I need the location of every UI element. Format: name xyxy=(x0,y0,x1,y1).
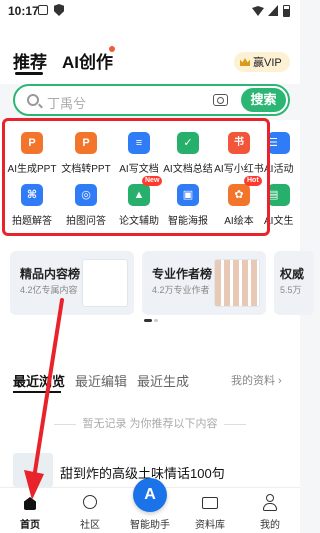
tab-recommend[interactable]: 推荐 xyxy=(13,48,47,73)
card-title: 专业作者榜 xyxy=(152,267,213,281)
wifi-icon xyxy=(252,6,264,16)
signal-icon xyxy=(268,5,278,16)
pager-indicator xyxy=(144,319,152,322)
card-subtitle: 4.2亿专属内容 xyxy=(20,285,78,295)
tool-ai-xiaohongshu[interactable]: 书 AI写小红书 xyxy=(211,132,267,175)
empty-state-text: 暂无记录 为你推荐以下内容 xyxy=(0,415,300,431)
tool-ai-doc-summary[interactable]: ✓ AI文档总结 xyxy=(160,132,216,175)
tool-thesis-assist[interactable]: ▲ New 论文辅助 xyxy=(111,176,167,227)
tool-label: AI文档总结 xyxy=(163,164,213,175)
tab-recent-edit[interactable]: 最近编辑 xyxy=(75,371,127,390)
card-featured-content[interactable]: 精品内容榜 4.2亿专属内容 xyxy=(10,251,134,315)
tool-smart-poster[interactable]: ▣ 智能海报 xyxy=(160,184,216,227)
nav-mine[interactable]: 我的 xyxy=(240,488,300,531)
nav-library[interactable]: 资料库 xyxy=(180,488,240,531)
tab-recent-generate[interactable]: 最近生成 xyxy=(137,371,189,390)
card-authority[interactable]: 权威 5.5万 xyxy=(274,251,314,315)
ranking-cards: 精品内容榜 4.2亿专属内容 专业作者榜 4.2万专业作者 权威 5.5万 xyxy=(0,245,314,357)
nav-label: 首页 xyxy=(20,520,40,531)
tool-label: 论文辅助 xyxy=(119,216,159,227)
tab-recent-browse[interactable]: 最近浏览 xyxy=(13,371,65,390)
vip-label: 赢VIP xyxy=(253,57,282,69)
camera-icon[interactable] xyxy=(213,94,228,106)
tool-ai-write-doc[interactable]: ≡ AI写文档 xyxy=(111,132,167,175)
tab-active-indicator xyxy=(15,72,43,75)
recommended-thumbnail xyxy=(13,453,53,487)
crown-icon xyxy=(240,58,250,66)
search-input[interactable]: 丁禹兮 xyxy=(47,93,86,112)
nav-label: 社区 xyxy=(80,520,100,531)
doc-summary-icon: ✓ xyxy=(177,132,199,154)
photo-question-icon: ⌘ xyxy=(21,184,43,206)
vip-button[interactable]: 赢VIP xyxy=(234,52,290,72)
card-title: 精品内容榜 xyxy=(20,267,81,281)
thesis-icon: ▲ New xyxy=(128,176,163,206)
nav-home[interactable]: 首页 xyxy=(0,488,60,531)
xiaohongshu-icon: 书 xyxy=(228,132,250,154)
tool-label: 拍题解答 xyxy=(12,216,52,227)
nav-label: 智能助手 xyxy=(130,520,170,531)
tool-ai-activity[interactable]: ☰ AI活动 xyxy=(264,132,304,175)
tool-label: AI文生 xyxy=(264,216,294,227)
folder-icon xyxy=(200,494,220,512)
top-header: 推荐 AI创作 赢VIP xyxy=(0,22,300,84)
doc-to-ppt-icon: P xyxy=(75,132,97,154)
search-icon xyxy=(27,94,39,106)
planet-icon xyxy=(80,494,100,512)
battery-icon xyxy=(283,5,290,17)
card-pro-authors[interactable]: 专业作者榜 4.2万专业作者 xyxy=(142,251,266,315)
notification-dot xyxy=(109,46,115,52)
picture-book-icon: ✿ Hot xyxy=(228,176,262,206)
nav-community[interactable]: 社区 xyxy=(60,488,120,531)
home-icon xyxy=(20,494,40,512)
tool-label: AI绘本 xyxy=(224,216,254,227)
photo-qa-icon: ◎ xyxy=(75,184,97,206)
write-doc-icon: ≡ xyxy=(128,132,150,154)
tool-label: 智能海报 xyxy=(168,216,208,227)
tools-grid: P AI生成PPT P 文档转PPT ≡ AI写文档 ✓ AI文档总结 书 AI… xyxy=(0,120,300,245)
card-thumbnail xyxy=(82,259,128,307)
hot-badge: Hot xyxy=(244,176,262,186)
tool-label: AI活动 xyxy=(264,164,294,175)
ppt-icon: P xyxy=(21,132,43,154)
card-title: 权威 xyxy=(280,267,305,281)
card-subtitle: 5.5万 xyxy=(280,285,302,295)
assistant-icon[interactable]: A xyxy=(133,478,167,512)
profile-icon xyxy=(260,494,280,512)
tool-label: AI写小红书 xyxy=(214,164,264,175)
card-subtitle: 4.2万专业作者 xyxy=(152,285,210,295)
tool-ai-text-gen[interactable]: ▤ AI文生 xyxy=(264,184,304,227)
tool-photo-qa[interactable]: ◎ 拍图问答 xyxy=(58,184,114,227)
recent-section: 最近浏览 最近编辑 最近生成 我的资料 › 暂无记录 为你推荐以下内容 甜到炸的… xyxy=(0,357,300,487)
tool-photo-solve[interactable]: ⌘ 拍题解答 xyxy=(4,184,60,227)
my-docs-link[interactable]: 我的资料 › xyxy=(231,372,282,388)
tool-label: 文档转PPT xyxy=(61,164,111,175)
status-time: 10:17 xyxy=(8,4,39,18)
poster-icon: ▣ xyxy=(177,184,199,206)
search-button[interactable]: 搜索 xyxy=(241,88,286,112)
tool-ai-picture-book[interactable]: ✿ Hot AI绘本 xyxy=(211,176,267,227)
search-bar[interactable]: 丁禹兮 搜索 xyxy=(13,84,290,116)
notification-icon xyxy=(38,5,48,15)
tool-label: AI写文档 xyxy=(119,164,159,175)
nav-label: 资料库 xyxy=(195,520,225,531)
pager-indicator xyxy=(154,319,158,322)
nav-label: 我的 xyxy=(260,520,280,531)
activity-icon: ☰ xyxy=(268,132,290,154)
tool-label: AI生成PPT xyxy=(7,164,57,175)
author-avatars xyxy=(214,259,260,307)
tool-doc-to-ppt[interactable]: P 文档转PPT xyxy=(58,132,114,175)
text-gen-icon: ▤ xyxy=(268,184,290,206)
tool-ai-ppt[interactable]: P AI生成PPT xyxy=(4,132,60,175)
shield-icon xyxy=(54,4,64,16)
status-bar: 10:17 xyxy=(0,0,300,22)
tab-active-indicator xyxy=(13,391,61,393)
tool-label: 拍图问答 xyxy=(66,216,106,227)
tab-ai-create[interactable]: AI创作 xyxy=(62,48,113,73)
